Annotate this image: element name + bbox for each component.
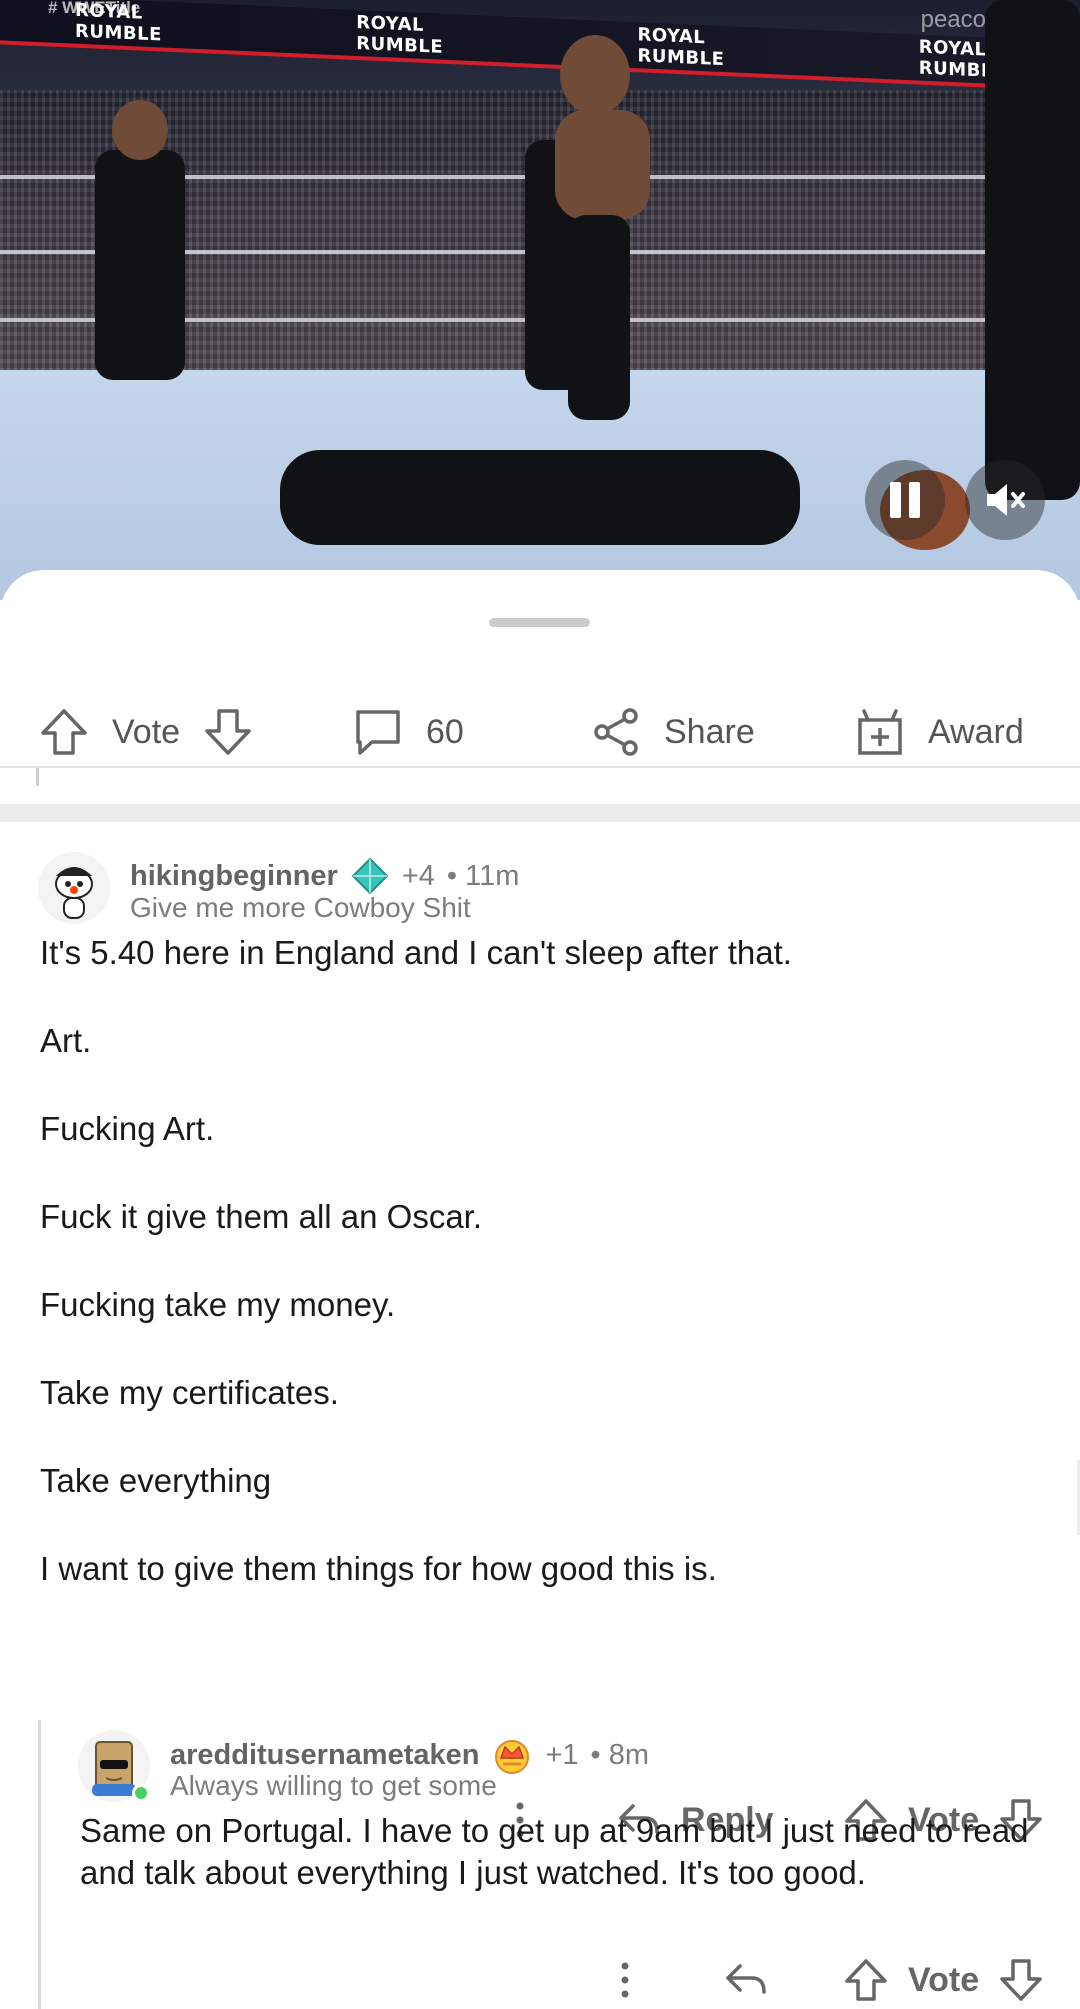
wrestler-head bbox=[560, 35, 630, 115]
post-action-bar: Vote 60 Share Award bbox=[0, 690, 1080, 774]
wrestler-figure bbox=[568, 215, 630, 420]
comment-bubble-icon bbox=[356, 710, 400, 755]
scrolled-content-edge bbox=[0, 768, 1080, 790]
upvote-icon[interactable] bbox=[38, 706, 90, 758]
banner-text-3: ROYAL RUMBLE bbox=[637, 24, 725, 71]
achievement-badge-icon bbox=[351, 857, 389, 895]
comments-count: 60 bbox=[426, 712, 464, 751]
comment-paragraph: Fucking Art. bbox=[40, 1110, 215, 1147]
gift-icon bbox=[858, 709, 902, 755]
comment-downvote-icon[interactable] bbox=[997, 1956, 1045, 2004]
comment-paragraph: I want to give them things for how good … bbox=[40, 1550, 717, 1587]
comment-paragraph: Fucking take my money. bbox=[40, 1286, 396, 1323]
comment-username[interactable]: hikingbeginner bbox=[130, 860, 338, 893]
pause-button[interactable] bbox=[865, 460, 945, 540]
comment-timestamp: • 8m bbox=[590, 1738, 650, 1771]
video-hashtag-watermark: # WWETitle bbox=[48, 0, 141, 17]
mute-icon bbox=[987, 484, 1025, 516]
comment-body: Same on Portugal. I have to get up at 9a… bbox=[80, 1810, 1040, 1894]
post-bottom-sheet: Vote 60 Share Award hikingbeginner +4 • … bbox=[0, 570, 1080, 2009]
mute-button[interactable] bbox=[965, 460, 1045, 540]
comment-karma: +1 bbox=[545, 1738, 579, 1771]
post-vote-group: Vote bbox=[38, 706, 254, 758]
comment-upvote-icon[interactable] bbox=[842, 1956, 890, 2004]
share-button[interactable]: Share bbox=[590, 706, 755, 758]
comment-karma: +4 bbox=[401, 859, 435, 892]
more-options-button[interactable] bbox=[601, 1956, 649, 2004]
comment-paragraph: Take my certificates. bbox=[40, 1374, 339, 1411]
user-flair: Give me more Cowboy Shit bbox=[130, 892, 471, 923]
comment-timestamp: • 11m bbox=[446, 859, 520, 892]
comment-body: It's 5.40 here in England and I can't sl… bbox=[40, 932, 1040, 1590]
comment-actions: Vote bbox=[0, 1950, 1080, 2009]
user-flair: Always willing to get some bbox=[170, 1770, 497, 1801]
wrestler-torso bbox=[555, 110, 650, 220]
award-button[interactable]: Award bbox=[854, 706, 1024, 758]
comment-paragraph: Fuck it give them all an Oscar. bbox=[40, 1198, 483, 1235]
user-avatar[interactable] bbox=[38, 852, 110, 924]
section-separator bbox=[0, 804, 1080, 822]
comment-vote-group: Vote bbox=[842, 1956, 1045, 2004]
reply-icon bbox=[726, 1964, 766, 1994]
sheet-drag-handle[interactable] bbox=[489, 618, 590, 627]
downvote-icon[interactable] bbox=[202, 706, 254, 758]
fallen-wrestler bbox=[280, 450, 800, 545]
video-banner: ROYAL RUMBLE ROYAL RUMBLE ROYAL RUMBLE R… bbox=[0, 0, 1080, 92]
comment-paragraph: Art. bbox=[40, 1022, 92, 1059]
wrestler-head bbox=[112, 100, 168, 160]
post-vote-label: Vote bbox=[112, 712, 181, 751]
share-icon bbox=[594, 708, 638, 756]
video-player[interactable]: ROYAL RUMBLE ROYAL RUMBLE ROYAL RUMBLE R… bbox=[0, 0, 1080, 600]
comment-meta: hikingbeginner +4 • 11m bbox=[130, 856, 519, 896]
comment-paragraph: It's 5.40 here in England and I can't sl… bbox=[40, 934, 792, 971]
pause-icon bbox=[890, 482, 920, 518]
wrestler-figure bbox=[985, 0, 1080, 500]
reply-button[interactable] bbox=[722, 1956, 770, 2004]
snoo-avatar-icon bbox=[38, 852, 110, 924]
comment-paragraph: Same on Portugal. I have to get up at 9a… bbox=[80, 1812, 1029, 1891]
wrestler-figure bbox=[95, 150, 185, 380]
thread-line-fragment bbox=[36, 768, 39, 786]
online-status-indicator bbox=[132, 1784, 150, 1802]
comment-vote-label: Vote bbox=[908, 1960, 980, 1999]
banner-text-2: ROYAL RUMBLE bbox=[356, 11, 444, 58]
comment-username[interactable]: aredditusernametaken bbox=[170, 1739, 479, 1772]
share-label: Share bbox=[664, 712, 755, 751]
crown-badge-icon bbox=[495, 1740, 530, 1774]
award-label: Award bbox=[928, 712, 1024, 751]
comment-paragraph: Take everything bbox=[40, 1462, 272, 1499]
more-vertical-icon bbox=[621, 1962, 629, 1998]
comments-button[interactable]: 60 bbox=[352, 706, 464, 758]
